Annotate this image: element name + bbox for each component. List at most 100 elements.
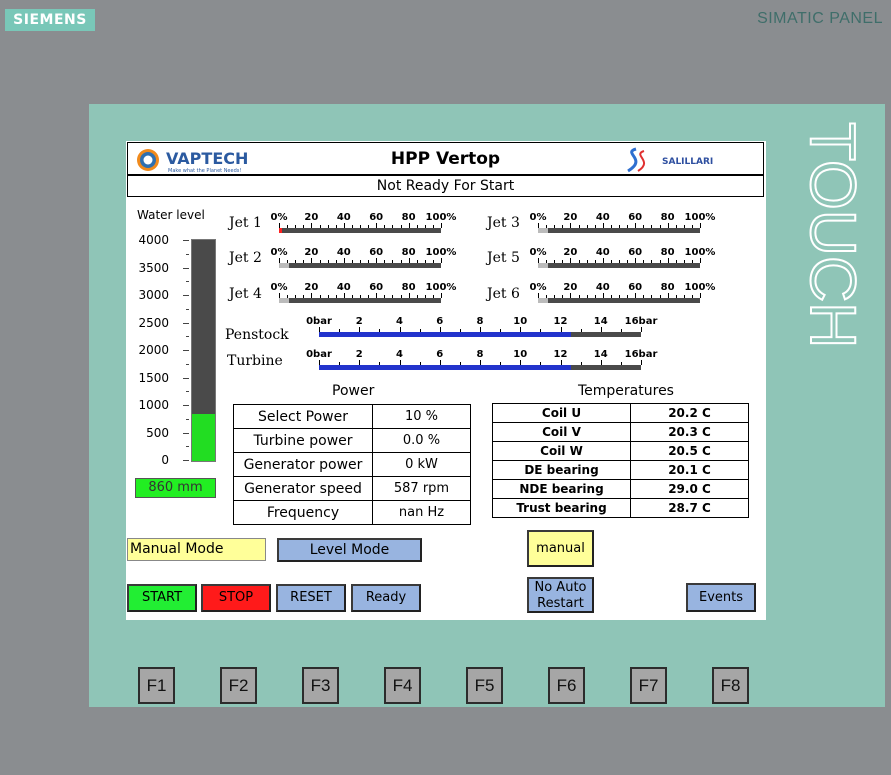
events-button[interactable]: Events <box>686 583 756 612</box>
water-level-tank <box>191 239 216 462</box>
jet-gauge-fill <box>279 263 289 268</box>
function-key-f2[interactable]: F2 <box>220 667 257 704</box>
jet-label: Jet 2 <box>229 250 262 266</box>
pressure-gauge-scale-label: 0bar <box>306 316 332 327</box>
temperature-row: DE bearing 20.1 C <box>492 460 749 480</box>
temperature-row: Coil U 20.2 C <box>492 403 749 423</box>
touch-label: TOUCH <box>803 122 863 349</box>
jet-gauge-scale-label: 40 <box>595 282 610 293</box>
jet-gauge-scale-label: 20 <box>304 282 319 293</box>
water-level-minor-tick <box>186 336 189 338</box>
level-mode-button[interactable]: Level Mode <box>277 538 422 562</box>
siemens-logo: SIEMENS <box>5 9 95 31</box>
pressure-gauge-scale-label: 0bar <box>306 349 332 360</box>
jet-gauge-fill <box>279 298 289 303</box>
temperature-row: Coil W 20.5 C <box>492 441 749 461</box>
jet-gauge-scale-label: 100% <box>425 282 457 293</box>
water-level-scale: 4000 3500 3000 2500 2000 1500 1000 500 0 <box>126 233 191 473</box>
jet-gauge: 0% 20 40 60 80 100% <box>530 247 715 268</box>
water-level-minor-tick <box>186 281 189 283</box>
water-level-tick <box>183 322 189 324</box>
temperatures-table: Coil U 20.2 C Coil V 20.3 C Coil W 20.5 C DE b… <box>492 403 749 518</box>
pressure-gauge-scale-label: 12 <box>553 349 568 360</box>
jet-label: Jet 3 <box>487 215 520 231</box>
pressure-gauge-scale-label: 16bar <box>624 349 658 360</box>
jet-gauge-track <box>279 298 441 303</box>
function-key-f1[interactable]: F1 <box>138 667 175 704</box>
pressure-gauge-tick <box>641 327 642 332</box>
jet-gauge-scale-label: 80 <box>660 282 675 293</box>
pressure-label: Penstock <box>225 327 289 343</box>
water-level-minor-tick <box>186 446 189 448</box>
jet-gauge-scale-label: 20 <box>304 247 319 258</box>
jet-gauge-scale-label: 60 <box>628 247 643 258</box>
manual-button[interactable]: manual <box>527 530 594 567</box>
ready-button[interactable]: Ready <box>351 584 421 612</box>
water-level-label: Water level <box>137 208 205 222</box>
jet-gauge-scale-label: 80 <box>401 247 416 258</box>
jet-gauge-scale-label: 60 <box>369 282 384 293</box>
reset-button[interactable]: RESET <box>276 584 346 612</box>
jet-gauge-fill <box>538 263 548 268</box>
jet-gauge-track <box>538 298 700 303</box>
pressure-gauge-scale-label: 14 <box>593 316 608 327</box>
function-key-f4[interactable]: F4 <box>384 667 421 704</box>
jet-gauge-scale-label: 0% <box>270 212 288 223</box>
status-bar: Not Ready For Start <box>127 175 764 197</box>
jet-gauge-scale-label: 80 <box>401 282 416 293</box>
power-name: Generator power <box>233 452 373 477</box>
jet-gauge: 0% 20 40 60 80 100% <box>271 212 456 233</box>
power-row: Frequency nan Hz <box>233 500 471 525</box>
pressure-gauge-scale-label: 12 <box>553 316 568 327</box>
water-level-tick <box>183 405 189 406</box>
no-auto-restart-button[interactable]: No Auto Restart <box>527 577 594 613</box>
salillari-logo-text: SALILLARI <box>662 157 713 167</box>
function-key-f5[interactable]: F5 <box>466 667 503 704</box>
jet-gauge-scale-label: 60 <box>628 212 643 223</box>
pressure-gauge-scale-label: 2 <box>355 349 363 360</box>
power-value: 0 kW <box>372 452 471 477</box>
power-name: Generator speed <box>233 476 373 501</box>
jet-gauge-scale-label: 80 <box>401 212 416 223</box>
jet-gauge-scale-label: 20 <box>304 212 319 223</box>
header-bar: VAPTECH Make what the Planet Needs! HPP … <box>127 142 764 175</box>
pressure-gauge-tick <box>641 360 642 365</box>
jet-gauge: 0% 20 40 60 80 100% <box>271 282 456 303</box>
water-level-minor-tick <box>186 418 189 420</box>
water-level-tick <box>183 460 189 461</box>
pressure-label: Turbine <box>227 353 283 369</box>
power-name: Select Power <box>233 404 373 429</box>
jet-gauge-scale-label: 40 <box>336 247 351 258</box>
water-level-minor-tick <box>186 391 189 393</box>
jet-gauge-scale-label: 20 <box>563 282 578 293</box>
pressure-gauge-scale-label: 8 <box>476 349 484 360</box>
pressure-gauge-fill <box>319 332 571 337</box>
function-key-f8[interactable]: F8 <box>712 667 749 704</box>
jet-gauge-fill <box>538 298 548 303</box>
pressure-gauge-fill <box>319 365 571 370</box>
jet-gauge-tick <box>441 293 442 298</box>
water-level-minor-tick <box>186 253 189 255</box>
pressure-gauge-scale-label: 16bar <box>624 316 658 327</box>
temperature-name: NDE bearing <box>492 479 631 499</box>
function-key-f7[interactable]: F7 <box>630 667 667 704</box>
jet-gauge-scale-label: 100% <box>684 282 716 293</box>
start-button[interactable]: START <box>127 584 197 612</box>
pressure-gauge-scale-label: 4 <box>396 316 403 327</box>
stop-button[interactable]: STOP <box>201 584 271 612</box>
jet-gauge-track <box>538 263 700 268</box>
function-key-f6[interactable]: F6 <box>548 667 585 704</box>
manual-mode-indicator: Manual Mode <box>127 538 266 561</box>
salillari-logo: SALILLARI <box>627 147 713 173</box>
pressure-gauge-scale-label: 4 <box>396 349 403 360</box>
function-key-f3[interactable]: F3 <box>302 667 339 704</box>
water-level-tick <box>183 432 189 434</box>
jet-gauge-scale-label: 80 <box>660 212 675 223</box>
jet-gauge-scale-label: 40 <box>336 212 351 223</box>
pressure-gauge-scale-label: 14 <box>593 349 608 360</box>
jet-gauge-scale-label: 40 <box>595 212 610 223</box>
jet-gauge-scale-label: 80 <box>660 247 675 258</box>
temperature-value: 28.7 C <box>630 498 749 518</box>
temperature-name: Coil W <box>492 441 631 461</box>
power-title: Power <box>332 383 375 399</box>
